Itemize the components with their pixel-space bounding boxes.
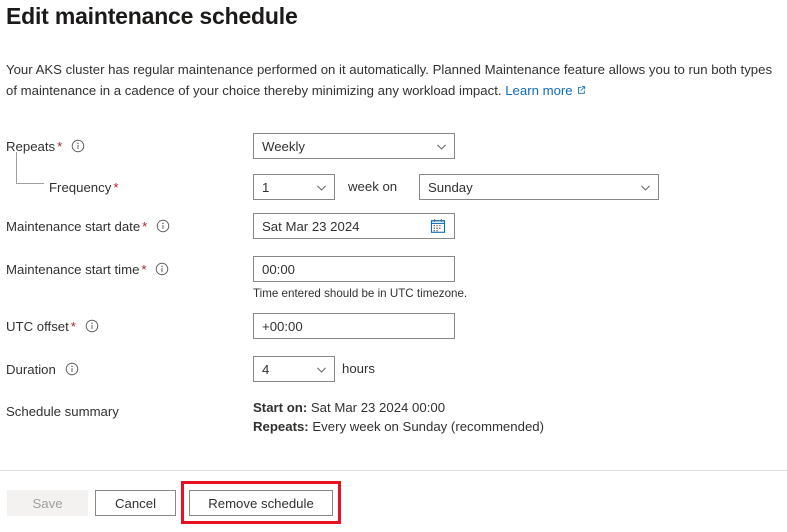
start-time-input[interactable]: 00:00: [253, 256, 455, 282]
page-description: Your AKS cluster has regular maintenance…: [6, 59, 778, 101]
utc-offset-required-mark: *: [71, 319, 76, 334]
summary-start-on-line: Start on: Sat Mar 23 2024 00:00: [253, 398, 544, 417]
chevron-down-icon: [435, 140, 448, 153]
info-icon[interactable]: [85, 319, 99, 333]
start-date-input[interactable]: Sat Mar 23 2024: [253, 213, 455, 239]
info-icon[interactable]: [156, 219, 170, 233]
duration-select[interactable]: 4: [253, 356, 335, 382]
cancel-button[interactable]: Cancel: [95, 490, 176, 516]
chevron-down-icon: [315, 363, 328, 376]
start-date-label-text: Maintenance start date: [6, 219, 140, 234]
duration-label: Duration: [6, 361, 79, 379]
utc-offset-input[interactable]: +00:00: [253, 313, 455, 339]
duration-value: 4: [262, 362, 269, 377]
repeats-select[interactable]: Weekly: [253, 133, 455, 159]
utc-offset-label-text: UTC offset: [6, 319, 69, 334]
schedule-summary-label: Schedule summary: [6, 403, 119, 421]
info-icon[interactable]: [71, 139, 85, 153]
info-icon[interactable]: [65, 362, 79, 376]
save-button[interactable]: Save: [7, 490, 88, 516]
start-time-required-mark: *: [141, 262, 146, 277]
start-time-helper-text: Time entered should be in UTC timezone.: [253, 287, 467, 300]
start-date-required-mark: *: [142, 219, 147, 234]
summary-repeats-label: Repeats:: [253, 419, 309, 434]
description-text: Your AKS cluster has regular maintenance…: [6, 62, 772, 98]
frequency-value: 1: [262, 180, 269, 195]
utc-offset-value: +00:00: [262, 319, 303, 334]
start-time-label: Maintenance start time*: [6, 261, 169, 279]
frequency-between-text: week on: [348, 174, 397, 200]
start-date-label: Maintenance start date*: [6, 218, 170, 236]
duration-label-text: Duration: [6, 362, 56, 377]
footer-divider: [0, 470, 787, 471]
frequency-label-text: Frequency: [49, 180, 111, 195]
frequency-select[interactable]: 1: [253, 174, 335, 200]
repeats-label: Repeats*: [6, 138, 85, 156]
summary-start-on-label: Start on:: [253, 400, 307, 415]
page-title: Edit maintenance schedule: [6, 3, 298, 30]
summary-start-on-value: Sat Mar 23 2024 00:00: [311, 400, 445, 415]
learn-more-label: Learn more: [505, 83, 572, 98]
learn-more-link[interactable]: Learn more: [505, 83, 585, 98]
day-of-week-value: Sunday: [428, 180, 473, 195]
start-date-value: Sat Mar 23 2024: [262, 219, 360, 234]
chevron-down-icon: [315, 181, 328, 194]
remove-schedule-button[interactable]: Remove schedule: [189, 490, 333, 516]
schedule-summary-content: Start on: Sat Mar 23 2024 00:00 Repeats:…: [253, 398, 544, 436]
summary-repeats-value: Every week on Sunday (recommended): [312, 419, 544, 434]
chevron-down-icon: [639, 181, 652, 194]
field-group-connector: [16, 152, 44, 184]
edit-maintenance-schedule-page: Edit maintenance schedule Your AKS clust…: [0, 0, 787, 532]
calendar-icon[interactable]: [430, 218, 446, 234]
external-link-icon: [576, 85, 586, 95]
info-icon[interactable]: [155, 262, 169, 276]
frequency-required-mark: *: [113, 180, 118, 195]
repeats-label-text: Repeats: [6, 139, 55, 154]
summary-repeats-line: Repeats: Every week on Sunday (recommend…: [253, 417, 544, 436]
frequency-label: Frequency*: [49, 179, 118, 197]
start-time-value: 00:00: [262, 262, 295, 277]
repeats-value: Weekly: [262, 139, 305, 154]
utc-offset-label: UTC offset*: [6, 318, 99, 336]
start-time-label-text: Maintenance start time: [6, 262, 139, 277]
day-of-week-select[interactable]: Sunday: [419, 174, 659, 200]
duration-unit-text: hours: [342, 356, 375, 382]
repeats-required-mark: *: [57, 139, 62, 154]
